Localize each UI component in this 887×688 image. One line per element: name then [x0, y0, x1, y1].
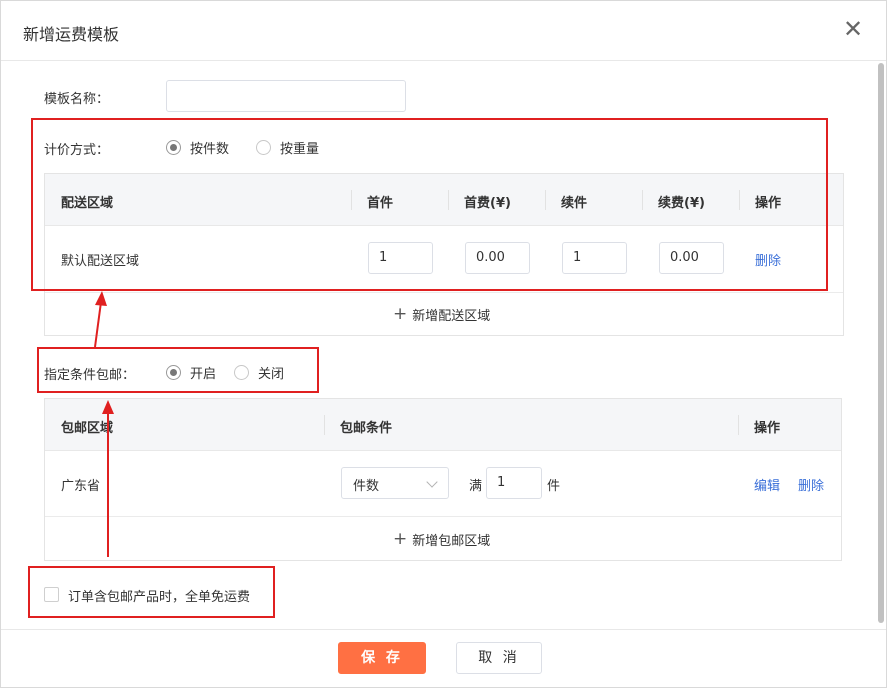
- column-divider: [324, 415, 325, 435]
- free-shipping-table: 包邮区域 包邮条件 操作 广东省 件数 满 1 件 编辑 删除 + 新增包邮区域: [44, 398, 842, 561]
- add-shipping-region-button[interactable]: + 新增配送区域: [393, 304, 491, 325]
- condition-type-select[interactable]: 件数: [341, 467, 449, 499]
- condition-unit: 件: [547, 479, 561, 494]
- select-value: 件数: [353, 479, 380, 494]
- plus-icon: +: [393, 529, 408, 549]
- dialog-header: 新增运费模板 ✕: [1, 1, 886, 61]
- region-cell: 广东省: [61, 479, 101, 494]
- dialog-title: 新增运费模板: [23, 25, 120, 44]
- add-free-region-label: 新增包邮区域: [412, 534, 491, 549]
- template-name-input[interactable]: [166, 80, 406, 112]
- col-header: 包邮条件: [340, 421, 393, 436]
- save-button[interactable]: 保 存: [338, 642, 426, 674]
- scrollbar[interactable]: [878, 63, 884, 623]
- row-divider: [45, 292, 843, 293]
- cancel-button[interactable]: 取 消: [456, 642, 542, 674]
- condition-value-input[interactable]: 1: [486, 467, 542, 499]
- condition-prefix: 满: [469, 479, 483, 494]
- add-region-label: 新增配送区域: [412, 309, 491, 324]
- annotation-box-checkbox: [28, 566, 275, 618]
- dialog-footer: 保 存 取 消: [1, 629, 886, 687]
- column-divider: [738, 415, 739, 435]
- template-name-label: 模板名称：: [44, 92, 110, 107]
- chevron-down-icon: [426, 476, 438, 488]
- col-header: 操作: [754, 421, 781, 436]
- col-header: 包邮区域: [61, 421, 114, 436]
- edit-free-region-link[interactable]: 编辑: [754, 475, 780, 494]
- plus-icon: +: [393, 304, 408, 324]
- row-divider: [45, 516, 841, 517]
- annotation-box-pricing: [31, 118, 828, 291]
- table-header: 包邮区域 包邮条件 操作: [45, 399, 841, 451]
- delete-free-region-link[interactable]: 删除: [798, 475, 824, 494]
- add-free-region-button[interactable]: + 新增包邮区域: [393, 529, 491, 550]
- close-icon[interactable]: ✕: [840, 17, 866, 43]
- annotation-box-free-shipping: [37, 347, 319, 393]
